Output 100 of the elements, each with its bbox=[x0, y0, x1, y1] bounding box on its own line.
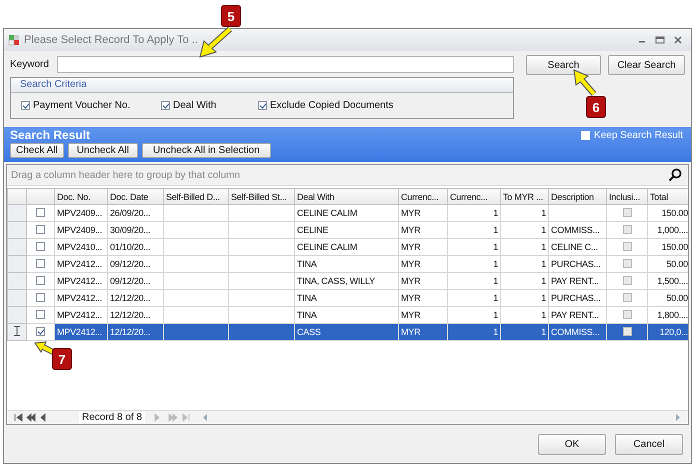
keep-label: Keep Search Result bbox=[594, 130, 683, 140]
table-cell: COMMISS... bbox=[551, 327, 600, 337]
table-cell: 1 bbox=[541, 225, 546, 235]
column-header[interactable]: Self-Billed St... bbox=[228, 188, 294, 204]
group-hint: Drag a column header here to group by that column bbox=[11, 170, 240, 180]
row-checkbox[interactable] bbox=[36, 258, 45, 268]
table-cell: 01/10/20... bbox=[110, 242, 150, 252]
table-cell: 1 bbox=[493, 242, 498, 252]
row-checkbox[interactable] bbox=[36, 208, 45, 216]
inclusive-checkbox[interactable] bbox=[622, 224, 632, 234]
column-header[interactable]: Currenc... bbox=[398, 188, 448, 204]
table-cell: MYR bbox=[401, 208, 420, 218]
column-header[interactable]: Total bbox=[648, 188, 688, 204]
inclusive-checkbox[interactable] bbox=[622, 208, 632, 216]
search-action-button[interactable]: Clear Search bbox=[608, 55, 685, 75]
table-cell: MYR bbox=[401, 276, 420, 286]
step-badge: 7 bbox=[52, 348, 72, 370]
table-cell: 26/09/20... bbox=[110, 208, 150, 218]
table-cell: TINA, CASS, WILLY bbox=[297, 276, 375, 286]
table-cell: PURCHAS... bbox=[551, 293, 601, 303]
table-cell: MYR bbox=[401, 259, 420, 269]
inclusive-checkbox[interactable] bbox=[622, 258, 632, 268]
table-cell: PURCHAS... bbox=[551, 259, 601, 269]
table-cell: 1,800.... bbox=[657, 310, 688, 320]
check-action-button[interactable]: Uncheck All in Selection bbox=[142, 143, 271, 158]
inclusive-checkbox[interactable] bbox=[622, 326, 632, 336]
row-checkbox[interactable] bbox=[36, 310, 45, 318]
inclusive-checkbox[interactable] bbox=[622, 310, 632, 318]
table-cell: TINA bbox=[297, 310, 317, 320]
table-cell: 1 bbox=[541, 310, 546, 320]
table-cell: 1 bbox=[541, 242, 546, 252]
maximize-icon[interactable] bbox=[655, 35, 665, 45]
table-cell: 1 bbox=[541, 208, 546, 218]
table-cell: 1 bbox=[493, 310, 498, 320]
search-icon[interactable] bbox=[668, 168, 682, 182]
check-action-button[interactable]: Uncheck All bbox=[68, 143, 138, 158]
table-cell: MPV2410... bbox=[57, 242, 102, 252]
checkbox[interactable] bbox=[21, 101, 30, 110]
column-header[interactable]: Doc. No. bbox=[54, 188, 108, 204]
dialog-button[interactable]: Cancel bbox=[615, 434, 683, 454]
row-checkbox[interactable] bbox=[36, 242, 45, 250]
inclusive-checkbox[interactable] bbox=[622, 242, 632, 250]
app-icon bbox=[8, 34, 20, 46]
scroll-right-icon[interactable] bbox=[674, 413, 682, 422]
table-cell: CASS bbox=[297, 327, 321, 337]
table-cell: TINA bbox=[297, 293, 317, 303]
table-cell: MPV2412... bbox=[57, 276, 102, 286]
header-cell bbox=[26, 188, 54, 204]
table-cell: 1 bbox=[493, 327, 498, 337]
table-cell: MPV2409... bbox=[57, 208, 102, 218]
table-cell: MPV2412... bbox=[57, 327, 102, 337]
row-checkbox[interactable] bbox=[36, 292, 45, 302]
dialog-button[interactable]: OK bbox=[538, 434, 606, 454]
table-cell: 150.00 bbox=[662, 242, 688, 252]
inclusive-checkbox[interactable] bbox=[622, 276, 632, 284]
table-cell: MPV2409... bbox=[57, 225, 102, 235]
table-cell: 1 bbox=[493, 208, 498, 218]
table-cell: 150.00 bbox=[662, 208, 688, 218]
check-action-button[interactable]: Check All bbox=[10, 143, 64, 158]
close-icon[interactable] bbox=[673, 35, 683, 45]
scroll-left-icon[interactable] bbox=[201, 413, 210, 422]
panel-title: Search Criteria bbox=[11, 78, 513, 93]
table-cell: 12/12/20... bbox=[110, 293, 150, 303]
table-cell: CELINE CALIM bbox=[297, 208, 358, 218]
column-header[interactable]: To MYR ... bbox=[500, 188, 548, 204]
table-cell: CELINE C... bbox=[551, 242, 598, 252]
column-header[interactable]: Doc. Date bbox=[108, 188, 164, 204]
table-cell: 1,500.... bbox=[657, 276, 688, 286]
table-cell: MYR bbox=[401, 293, 420, 303]
row-checkbox[interactable] bbox=[36, 276, 45, 284]
table-cell: 30/09/20... bbox=[110, 225, 150, 235]
column-header[interactable]: Inclusi... bbox=[606, 188, 648, 204]
checkbox[interactable] bbox=[161, 101, 170, 110]
search-action-button[interactable]: Search bbox=[526, 55, 601, 75]
table-cell: 50.00 bbox=[666, 293, 688, 303]
keyword-label: Keyword bbox=[10, 58, 49, 70]
row-checkbox[interactable] bbox=[36, 326, 45, 336]
inclusive-checkbox[interactable] bbox=[622, 292, 632, 302]
table-cell: 1 bbox=[541, 276, 546, 286]
section-title: Search Result bbox=[10, 128, 90, 142]
column-header[interactable]: Description bbox=[548, 188, 606, 204]
step-badge: 5 bbox=[221, 5, 241, 27]
table-cell: PAY RENT... bbox=[551, 276, 599, 286]
row-checkbox[interactable] bbox=[36, 224, 45, 234]
column-header[interactable]: Deal With bbox=[294, 188, 398, 204]
keyword-field[interactable] bbox=[56, 56, 514, 72]
table-cell: 12/12/20... bbox=[110, 310, 150, 320]
table-cell: CELINE CALIM bbox=[297, 242, 358, 252]
checkbox[interactable] bbox=[258, 101, 267, 110]
record-count: Record 8 of 8 bbox=[79, 412, 146, 423]
table-cell: CELINE bbox=[297, 225, 328, 235]
table-cell: MYR bbox=[401, 327, 420, 337]
table-cell: 09/12/20... bbox=[110, 276, 150, 286]
column-header[interactable]: Self-Billed D... bbox=[164, 188, 228, 204]
table-cell: 1 bbox=[493, 225, 498, 235]
column-header[interactable]: Currenc... bbox=[448, 188, 500, 204]
text-cursor-icon bbox=[14, 326, 20, 336]
table-cell: 09/12/20... bbox=[110, 259, 150, 269]
table-cell: MPV2412... bbox=[57, 310, 102, 320]
table-cell: MPV2412... bbox=[57, 259, 102, 269]
